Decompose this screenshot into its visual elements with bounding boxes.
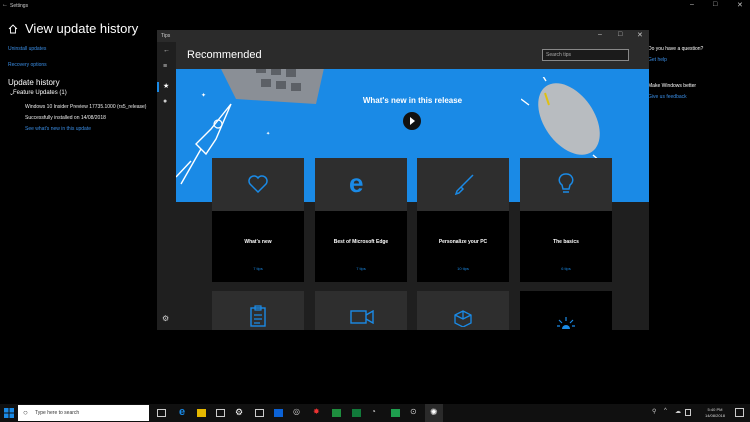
gauge-icon[interactable]: ◔ <box>371 407 376 416</box>
tip-card[interactable]: e Best of Microsoft Edge 7 tips <box>315 158 407 282</box>
feature-updates-toggle[interactable]: Feature Updates (1) <box>13 90 67 96</box>
back-arrow-icon[interactable]: ← <box>2 2 8 8</box>
question-label: Do you have a question? <box>648 46 704 52</box>
card-icon-area: e <box>315 158 407 211</box>
tips-window-title: Tips <box>161 33 171 39</box>
chevron-up-icon[interactable]: ^ <box>664 408 667 414</box>
tips-close-icon[interactable]: ✕ <box>637 31 643 39</box>
tips-titlebar: Tips – □ ✕ <box>157 30 649 42</box>
minimize-icon[interactable]: – <box>690 1 694 8</box>
card-count: 7 tips <box>253 266 263 271</box>
card-count: 6 tips <box>561 266 571 271</box>
tips-header: Recommended Search tips <box>176 42 649 69</box>
close-icon[interactable]: ✕ <box>737 1 743 9</box>
battery-icon[interactable] <box>685 409 691 416</box>
card-label: Best of Microsoft Edge <box>333 239 389 245</box>
star-decoration-icon: ✦ <box>266 131 271 137</box>
windows-start-icon[interactable] <box>4 408 14 418</box>
edge-icon: e <box>349 168 364 198</box>
store-icon[interactable] <box>216 409 225 417</box>
tips-search-placeholder: Search tips <box>546 52 572 58</box>
people-icon[interactable]: ◎ <box>293 407 300 416</box>
paintbrush-icon <box>454 174 474 195</box>
taskbar-clock[interactable]: 5:40 PM 14/08/2018 <box>700 407 730 419</box>
card-count: 7 tips <box>356 266 366 271</box>
network-icon[interactable]: ⚲ <box>652 408 656 415</box>
card-label: What's new <box>244 239 272 245</box>
see-whats-new-link[interactable]: See what's new in this update <box>25 126 91 132</box>
feedback-link[interactable]: Give us feedback <box>648 94 687 100</box>
cortana-search-icon: ○ <box>23 408 28 417</box>
file-explorer-icon[interactable] <box>197 409 206 417</box>
support-section: Do you have a question? Get help Make Wi… <box>648 40 748 110</box>
play-button[interactable] <box>403 112 421 130</box>
mail-icon[interactable] <box>255 409 264 417</box>
make-better-label: Make Windows better <box>648 83 697 89</box>
settings-window-title: Settings <box>10 3 29 9</box>
maximize-icon[interactable]: □ <box>713 1 717 8</box>
recovery-options-link[interactable]: Recovery options <box>8 62 47 68</box>
cloud-icon[interactable]: ☁ <box>675 408 681 415</box>
tip-card[interactable]: Personalize your PC 10 tips <box>417 158 509 282</box>
tip-card[interactable]: The basics 6 tips <box>520 158 612 282</box>
tip-card[interactable] <box>315 291 407 330</box>
search-app-icon[interactable]: ⊙ <box>410 407 417 416</box>
play-icon <box>410 117 415 125</box>
star-icon[interactable]: ★ <box>163 82 169 90</box>
selected-indicator <box>157 82 159 92</box>
heart-icon <box>248 175 268 193</box>
tips-minimize-icon[interactable]: – <box>598 31 602 38</box>
settings-titlebar: ← Settings – □ ✕ <box>0 0 750 12</box>
action-center-icon[interactable] <box>735 408 744 417</box>
card-icon-area <box>417 158 509 211</box>
update-history-heading: Update history <box>8 78 60 87</box>
tips-sidebar: ← ≡ ★ ● ⚙ <box>157 42 176 330</box>
update-name: Windows 10 Insider Preview 17735.1000 (r… <box>25 104 147 110</box>
tip-card[interactable] <box>520 291 612 330</box>
tips-search-input[interactable]: Search tips <box>542 49 629 61</box>
edge-taskbar-icon[interactable]: e <box>179 406 185 418</box>
taskbar-search-box[interactable]: ○ Type here to search <box>18 405 149 421</box>
settings-gear-icon[interactable]: ⚙ <box>162 314 169 323</box>
card-label: Personalize your PC <box>438 239 488 245</box>
settings-taskbar-icon[interactable]: ⚙ <box>235 407 243 418</box>
spreadsheet-icon[interactable] <box>391 409 400 417</box>
clipboard-icon <box>250 305 266 327</box>
page-title: View update history <box>25 21 139 36</box>
tips-back-icon[interactable]: ← <box>163 47 170 54</box>
tip-card[interactable] <box>417 291 509 330</box>
card-icon-area <box>520 158 612 211</box>
tips-maximize-icon[interactable]: □ <box>618 31 622 38</box>
taskbar: ○ Type here to search e ⚙ ◎ ✸ ◔ ⊙ ✺ ⚲ ^ … <box>0 404 750 422</box>
update-status: Successfully installed on 14/08/2018 <box>25 115 106 121</box>
card-icon-area <box>212 158 304 211</box>
lightbulb-nav-icon[interactable]: ● <box>163 98 167 105</box>
card-count: 10 tips <box>457 266 469 271</box>
uninstall-updates-link[interactable]: Uninstall updates <box>8 46 46 52</box>
feedback-hub-icon[interactable]: ✸ <box>313 407 320 416</box>
bulb-sparkle-icon <box>557 317 575 329</box>
tip-card[interactable]: What's new 7 tips <box>212 158 304 282</box>
hamburger-menu-icon[interactable]: ≡ <box>163 63 167 70</box>
card-label: The basics <box>553 239 579 245</box>
tips-taskbar-active[interactable]: ✺ <box>425 404 443 422</box>
tips-heading: Recommended <box>187 49 262 61</box>
xbox-icon[interactable] <box>332 409 341 417</box>
home-icon[interactable] <box>8 24 18 34</box>
tips-window: Tips – □ ✕ ← ≡ ★ ● ⚙ Recommended Search … <box>157 30 649 330</box>
get-help-link[interactable]: Get help <box>648 57 667 63</box>
mouse-illustration <box>521 77 602 162</box>
tips-lightbulb-icon: ✺ <box>430 407 438 417</box>
shapes-icon <box>454 310 472 327</box>
task-view-icon[interactable] <box>157 409 166 417</box>
taskbar-search-placeholder: Type here to search <box>35 410 80 416</box>
lightbulb-icon <box>558 173 574 193</box>
tip-card[interactable] <box>212 291 304 330</box>
excel-icon[interactable] <box>352 409 361 417</box>
photos-icon[interactable] <box>274 409 283 417</box>
clock-date: 14/08/2018 <box>704 413 726 418</box>
hero-title: What's new in this release <box>362 96 463 105</box>
video-camera-icon <box>350 310 374 324</box>
